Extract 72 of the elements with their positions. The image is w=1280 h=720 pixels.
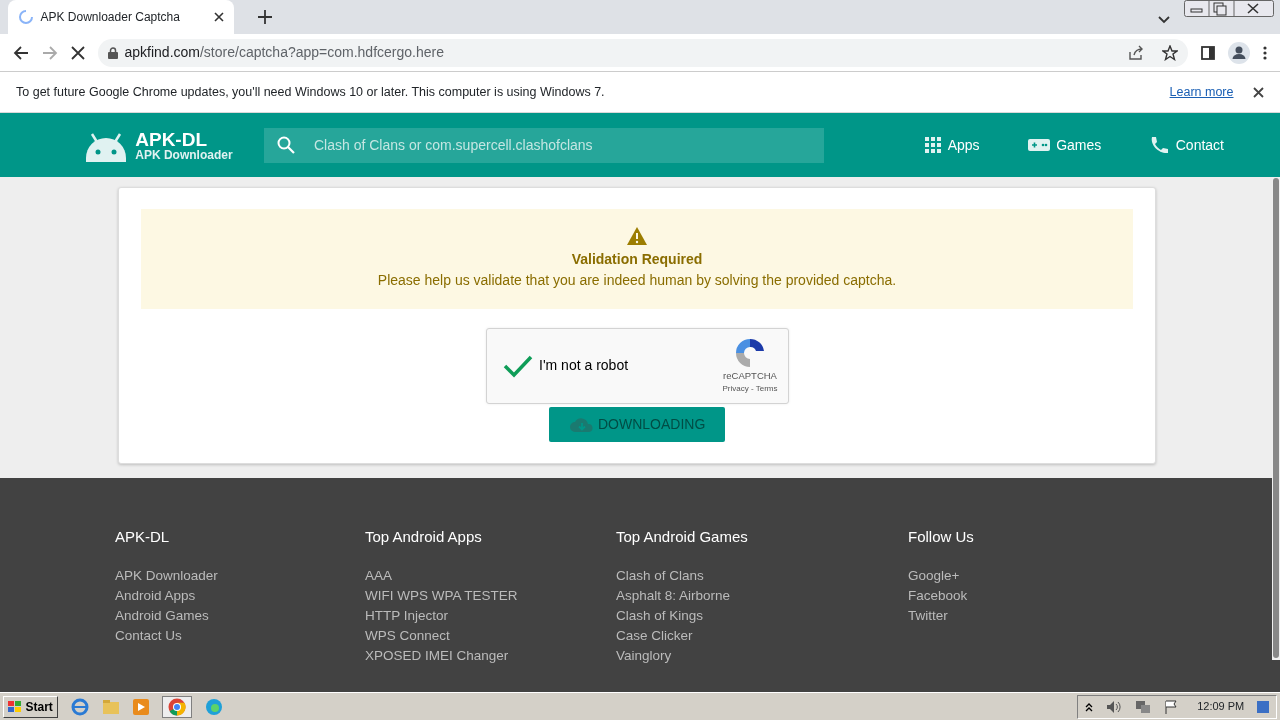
share-icon[interactable] (1127, 44, 1144, 61)
captcha-label: I'm not a robot (539, 356, 630, 376)
clock: 12:09 PM (1197, 699, 1245, 715)
footer-link[interactable]: Contact Us (115, 626, 365, 646)
logo-title: APK-DL (135, 129, 209, 149)
infobar-message: To get future Google Chrome updates, you'll need Windows 10 or later. This computer is using Windows 7. (16, 83, 606, 101)
footer-link[interactable]: HTTP Injector (365, 606, 616, 626)
footer-link[interactable]: Google+ (908, 566, 1108, 586)
footer-link[interactable]: Android Apps (115, 586, 365, 606)
windows-logo-icon (8, 700, 23, 713)
ie-icon[interactable] (70, 697, 89, 716)
new-tab-icon[interactable] (258, 10, 272, 24)
search-icon (277, 135, 295, 154)
alert-message: Please help us validate that you are indeed human by solving the provided captcha. (377, 271, 897, 291)
footer-link[interactable]: Android Games (115, 606, 365, 626)
chrome-taskbar-button[interactable] (161, 695, 192, 718)
footer-heading: Follow Us (908, 528, 975, 546)
footer-link[interactable]: Asphalt 8: Airborne (616, 586, 908, 606)
footer-link[interactable]: Facebook (908, 586, 1108, 606)
recaptcha-logo-icon (734, 336, 766, 369)
start-button[interactable]: Start (3, 695, 58, 718)
back-icon[interactable] (13, 44, 29, 61)
address-bar[interactable]: apkfind.com/store/captcha?app=com.hdfcergo.here (98, 38, 1188, 67)
side-panel-icon[interactable] (1201, 45, 1215, 60)
footer-link[interactable]: Clash of Clans (616, 566, 908, 586)
speaker-icon[interactable] (1105, 699, 1122, 714)
menu-icon[interactable] (1263, 45, 1267, 60)
cloud-download-icon (568, 415, 595, 434)
tab-title: APK Downloader Captcha (40, 9, 181, 26)
nav-link[interactable]: Games (1027, 134, 1102, 156)
learn-more-link[interactable]: Learn more (1169, 82, 1234, 102)
warning-icon (626, 226, 648, 247)
nav-link[interactable]: Contact (1149, 134, 1224, 156)
star-icon[interactable] (1162, 44, 1178, 61)
footer-heading: APK-DL (115, 528, 171, 546)
footer-link[interactable]: Clash of Kings (616, 606, 908, 626)
url-text: apkfind.com/store/captcha?app=com.hdfcergo.here (124, 43, 445, 62)
lock-icon (108, 46, 118, 59)
stop-icon[interactable] (71, 45, 85, 60)
footer-heading: Top Android Games (616, 528, 749, 546)
footer-heading: Top Android Apps (365, 528, 483, 546)
footer-link[interactable]: WPS Connect (365, 626, 616, 646)
chrome-icon (167, 697, 186, 716)
profile-icon[interactable] (1228, 41, 1250, 64)
media-player-icon[interactable] (132, 698, 149, 715)
recaptcha-links[interactable]: Privacy - Terms (722, 383, 778, 395)
close-icon[interactable] (1253, 86, 1264, 98)
nav-link[interactable]: Apps (925, 134, 980, 156)
footer-link[interactable]: Vainglory (616, 646, 908, 666)
show-desktop-icon[interactable] (1257, 700, 1270, 713)
logo-subtitle: APK Downloader (135, 148, 233, 161)
scrollbar[interactable] (1272, 177, 1280, 660)
footer-link[interactable]: WIFI WPS WPA TESTER (365, 586, 616, 606)
footer-link[interactable]: APK Downloader (115, 566, 365, 586)
footer-link[interactable]: XPOSED IMEI Changer (365, 646, 616, 666)
apps-grid-icon (925, 137, 942, 153)
footer-link[interactable]: AAA (365, 566, 616, 586)
flag-icon[interactable] (1163, 699, 1178, 714)
footer-link[interactable]: Case Clicker (616, 626, 908, 646)
browser-tab[interactable]: APK Downloader Captcha (8, 0, 234, 34)
footer-link[interactable]: Twitter (908, 606, 1108, 626)
alert-title: Validation Required (571, 250, 703, 270)
recaptcha-brand: reCAPTCHA (723, 368, 777, 383)
window-controls-icon[interactable] (1184, 0, 1274, 17)
network-icon[interactable] (1134, 699, 1151, 714)
close-icon[interactable] (214, 12, 224, 22)
checkmark-icon[interactable] (502, 353, 533, 378)
search-field[interactable]: Clash of Clans or com.supercell.clashofclans (264, 127, 824, 163)
chevron-up-icon[interactable] (1084, 701, 1093, 712)
gamepad-icon (1027, 137, 1050, 153)
chevron-down-icon[interactable] (1158, 16, 1170, 24)
phone-icon (1149, 136, 1170, 154)
